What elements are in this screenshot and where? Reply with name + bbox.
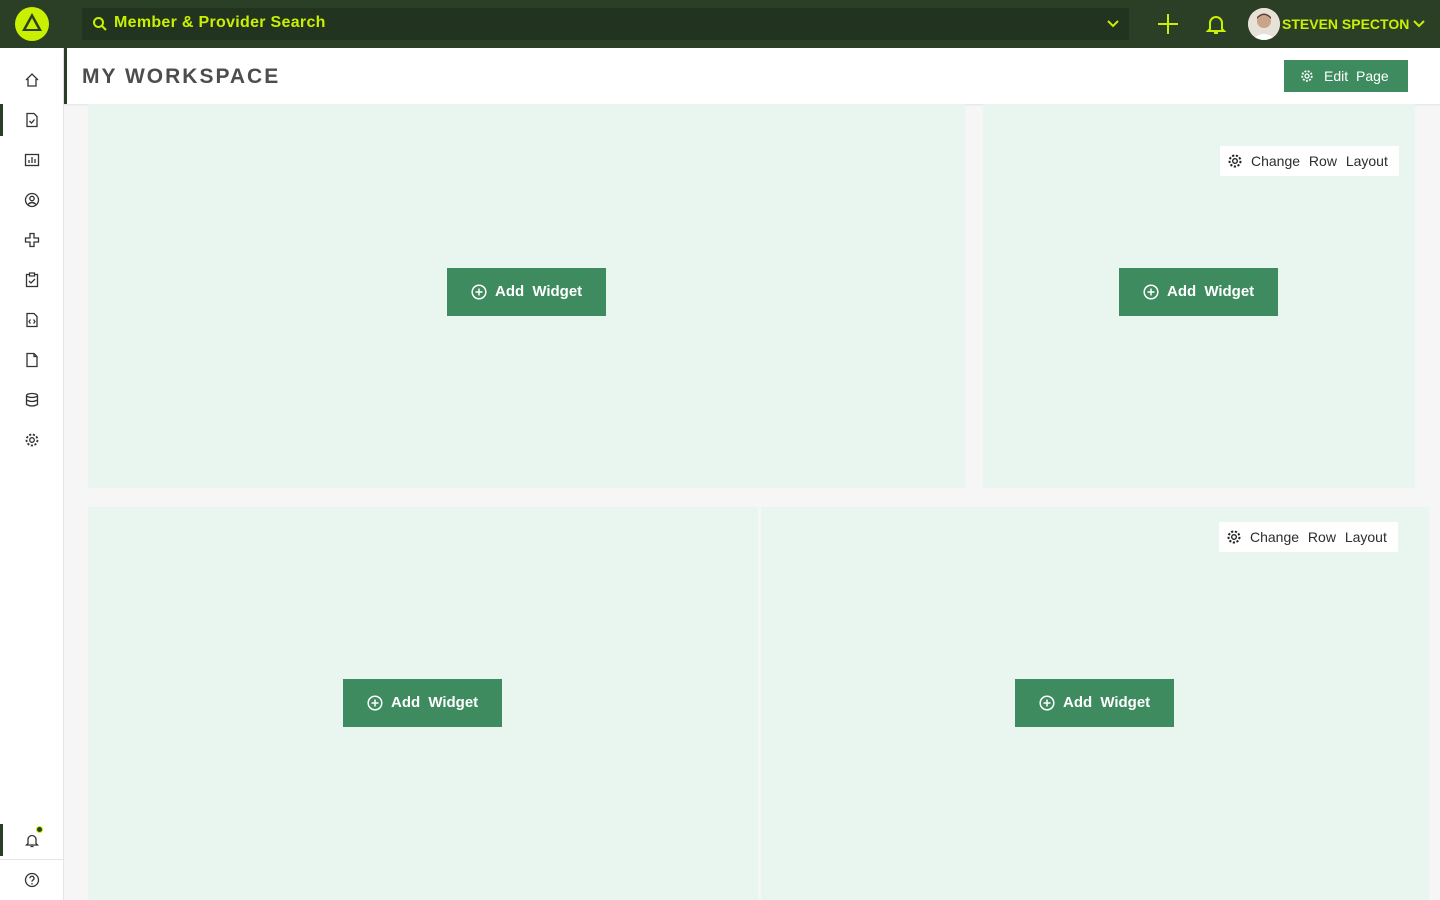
plus-icon[interactable] — [1156, 12, 1180, 36]
avatar[interactable] — [1248, 8, 1280, 40]
database-icon[interactable] — [0, 380, 64, 420]
gear-icon — [1301, 70, 1313, 82]
user-circle-icon[interactable] — [0, 180, 64, 220]
bell-icon[interactable] — [1204, 12, 1228, 36]
widget-slot: Add Widget — [88, 507, 758, 900]
edit-page-label: Edit Page — [1324, 68, 1389, 84]
add-widget-button[interactable]: Add Widget — [343, 679, 502, 727]
plus-circle-icon — [471, 284, 487, 300]
chevron-down-icon[interactable] — [1411, 16, 1427, 32]
widget-slot: Change Row Layout Add Widget — [983, 104, 1415, 488]
add-widget-button[interactable]: Add Widget — [1015, 679, 1174, 727]
add-widget-button[interactable]: Add Widget — [447, 268, 606, 316]
user-name[interactable]: STEVEN SPECTON — [1282, 16, 1409, 32]
add-widget-button[interactable]: Add Widget — [1119, 268, 1278, 316]
member-provider-search[interactable]: Member & Provider Search — [82, 8, 1129, 40]
add-widget-label: Add Widget — [495, 283, 583, 300]
gear-icon — [1227, 530, 1241, 544]
plus-cross-icon[interactable] — [0, 220, 64, 260]
change-row-layout-button[interactable]: Change Row Layout — [1219, 522, 1398, 552]
help-icon[interactable] — [0, 860, 64, 900]
widget-slot: Add Widget — [88, 104, 965, 488]
logo-icon[interactable] — [15, 7, 49, 41]
search-icon — [93, 17, 107, 31]
add-widget-label: Add Widget — [1063, 694, 1151, 711]
add-widget-label: Add Widget — [1167, 283, 1255, 300]
clipboard-check-icon[interactable] — [0, 260, 64, 300]
widget-slot: Change Row Layout Add Widget — [761, 507, 1429, 900]
document-check-icon[interactable] — [0, 100, 64, 140]
plus-circle-icon — [367, 695, 383, 711]
plus-circle-icon — [1143, 284, 1159, 300]
change-row-layout-label: Change Row Layout — [1250, 529, 1387, 545]
change-row-layout-label: Change Row Layout — [1251, 153, 1388, 169]
page-title: MY WORKSPACE — [82, 65, 281, 88]
chart-icon[interactable] — [0, 140, 64, 180]
top-bar: Member & Provider Search STEVEN SPECTON — [0, 0, 1440, 48]
search-label: Member & Provider Search — [114, 14, 326, 31]
edit-page-button[interactable]: Edit Page — [1284, 60, 1408, 92]
file-icon[interactable] — [0, 340, 64, 380]
gear-icon — [1228, 154, 1242, 168]
change-row-layout-button[interactable]: Change Row Layout — [1220, 146, 1399, 176]
settings-icon[interactable] — [0, 420, 64, 460]
page-header: MY WORKSPACE Edit Page — [64, 48, 1440, 104]
sidebar — [0, 48, 64, 900]
home-icon[interactable] — [0, 60, 64, 100]
notification-badge — [36, 826, 43, 833]
document-code-icon[interactable] — [0, 300, 64, 340]
plus-circle-icon — [1039, 695, 1055, 711]
chevron-down-icon[interactable] — [1105, 16, 1121, 32]
notifications-icon[interactable] — [0, 820, 64, 860]
add-widget-label: Add Widget — [391, 694, 479, 711]
